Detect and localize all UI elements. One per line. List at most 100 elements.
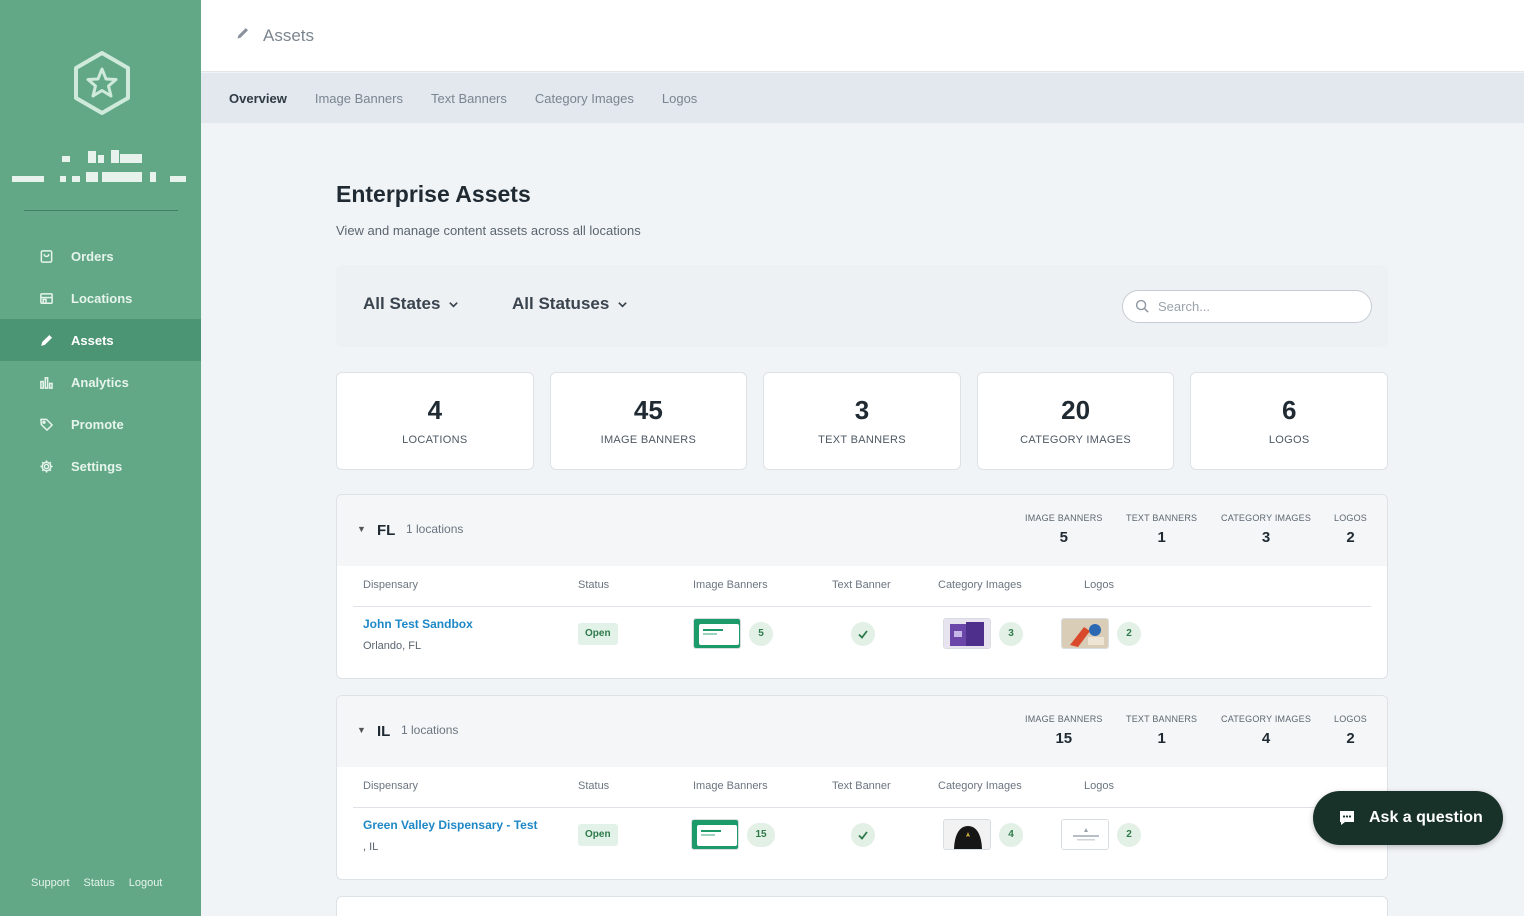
bar-chart-icon	[38, 374, 54, 390]
search-input[interactable]	[1158, 299, 1358, 314]
tab-logos[interactable]: Logos	[662, 91, 697, 106]
tab-overview[interactable]: Overview	[229, 91, 287, 106]
dispensary-name-link[interactable]: Green Valley Dispensary - Test	[363, 818, 538, 832]
metric-label: TEXT BANNERS	[1126, 714, 1198, 724]
status-filter-dropdown[interactable]: All Statuses	[512, 294, 628, 314]
sidebar-item-orders[interactable]: Orders	[0, 235, 201, 277]
category-image-thumbnail[interactable]	[943, 819, 991, 850]
status-filter-label: All Statuses	[512, 294, 610, 313]
state-code: IL	[377, 723, 391, 740]
stat-label: LOCATIONS	[402, 434, 468, 446]
sidebar: Orders Locations Assets Analytics Promot…	[0, 0, 201, 916]
sidebar-item-locations[interactable]: Locations	[0, 277, 201, 319]
logout-link[interactable]: Logout	[129, 877, 163, 889]
sidebar-item-analytics[interactable]: Analytics	[0, 361, 201, 403]
stat-label: CATEGORY IMAGES	[1020, 434, 1131, 446]
status-badge: Open	[578, 824, 618, 846]
location-count: 1 locations	[406, 522, 464, 536]
search-icon	[1135, 299, 1149, 313]
checkmark-icon	[858, 630, 868, 639]
brand-logo-icon[interactable]	[70, 50, 134, 116]
sidebar-item-settings[interactable]: Settings	[0, 445, 201, 487]
collapse-caret-icon[interactable]: ▼	[357, 524, 366, 534]
category-image-thumbnail[interactable]	[943, 618, 991, 649]
sidebar-divider	[24, 210, 178, 211]
tab-category-images[interactable]: Category Images	[535, 91, 634, 106]
search-box[interactable]	[1122, 290, 1372, 323]
metric-label: LOGOS	[1334, 714, 1368, 724]
stats-row: 4 LOCATIONS 45 IMAGE BANNERS 3 TEXT BANN…	[336, 372, 1388, 470]
metric-value: 15	[1055, 730, 1073, 747]
state-group-il: ▼ IL 1 locations IMAGE BANNERS 15 TEXT B…	[336, 695, 1388, 880]
page-subtitle: View and manage content assets across al…	[336, 223, 641, 238]
page-header: Assets	[201, 0, 1524, 72]
bag-icon	[38, 248, 54, 264]
metric-value: 1	[1157, 730, 1166, 747]
sidebar-nav: Orders Locations Assets Analytics Promot…	[0, 235, 201, 487]
metric-value: 1	[1157, 529, 1166, 546]
gear-icon	[38, 458, 54, 474]
state-filter-dropdown[interactable]: All States	[363, 294, 459, 314]
state-metric-text-banners: TEXT BANNERS 1	[1126, 513, 1197, 546]
stat-label: IMAGE BANNERS	[600, 434, 697, 446]
stat-card-category-images: 20 CATEGORY IMAGES	[976, 372, 1175, 470]
sidebar-item-label: Orders	[71, 248, 114, 264]
pencil-icon	[235, 25, 251, 46]
status-link[interactable]: Status	[84, 877, 115, 889]
logo-thumbnail[interactable]	[1061, 819, 1109, 850]
logo-count: 2	[1117, 622, 1141, 646]
collapse-caret-icon[interactable]: ▼	[357, 725, 366, 735]
stat-card-logos: 6 LOGOS	[1190, 372, 1388, 470]
column-header-text-banner: Text Banner	[832, 579, 891, 591]
filter-bar: All States All Statuses	[336, 265, 1388, 347]
sidebar-item-label: Locations	[71, 290, 133, 306]
ask-question-button[interactable]: Ask a question	[1313, 791, 1503, 845]
metric-value: 2	[1346, 529, 1355, 546]
table-header: Dispensary Status Image Banners Text Ban…	[353, 780, 1371, 808]
metric-value: 3	[1261, 529, 1271, 546]
image-banner-count: 15	[747, 823, 775, 847]
column-header-status: Status	[578, 780, 610, 792]
state-metric-text-banners: TEXT BANNERS 1	[1126, 714, 1197, 747]
stat-label: LOGOS	[1268, 434, 1310, 446]
sidebar-item-promote[interactable]: Promote	[0, 403, 201, 445]
stat-label: TEXT BANNERS	[818, 434, 906, 446]
logo-thumbnail[interactable]	[1061, 618, 1109, 649]
state-group-header[interactable]: ▼ IL 1 locations IMAGE BANNERS 15 TEXT B…	[337, 696, 1387, 767]
tab-bar: Overview Image Banners Text Banners Cate…	[201, 73, 1524, 123]
organization-name-redacted	[10, 148, 192, 188]
dispensary-name-link[interactable]: John Test Sandbox	[363, 617, 473, 631]
image-banner-thumbnail[interactable]	[693, 618, 741, 649]
state-filter-label: All States	[363, 294, 441, 313]
stat-card-text-banners: 3 TEXT BANNERS	[763, 372, 961, 470]
checkmark-icon	[858, 831, 868, 840]
state-metric-image-banners: IMAGE BANNERS 15	[1025, 714, 1103, 747]
state-group-header[interactable]: ▼ FL 1 locations IMAGE BANNERS 5 TEXT BA…	[337, 495, 1387, 566]
stat-value: 4	[427, 395, 443, 425]
column-header-category-images: Category Images	[938, 579, 1022, 591]
support-link[interactable]: Support	[31, 877, 70, 889]
column-header-text-banner: Text Banner	[832, 780, 891, 792]
metric-label: LOGOS	[1334, 513, 1368, 523]
status-badge: Open	[578, 623, 618, 645]
logo-count: 2	[1117, 823, 1141, 847]
state-metric-image-banners: IMAGE BANNERS 5	[1025, 513, 1103, 546]
metric-label: CATEGORY IMAGES	[1221, 714, 1312, 724]
column-header-category-images: Category Images	[938, 780, 1022, 792]
metric-value: 4	[1261, 730, 1271, 747]
tab-text-banners[interactable]: Text Banners	[431, 91, 507, 106]
column-header-image-banners: Image Banners	[693, 579, 768, 591]
location-count: 1 locations	[401, 723, 459, 737]
sidebar-item-assets[interactable]: Assets	[0, 319, 201, 361]
tab-image-banners[interactable]: Image Banners	[315, 91, 403, 106]
sidebar-item-label: Promote	[71, 416, 124, 432]
metric-value: 5	[1059, 529, 1068, 546]
image-banner-thumbnail[interactable]	[691, 819, 739, 850]
chat-icon	[1340, 811, 1354, 825]
sidebar-item-label: Analytics	[71, 374, 129, 390]
column-header-dispensary: Dispensary	[363, 579, 419, 591]
state-metric-logos: LOGOS 2	[1334, 714, 1367, 747]
page-header-title: Assets	[263, 25, 315, 45]
metric-value: 2	[1346, 730, 1355, 747]
metric-label: IMAGE BANNERS	[1025, 714, 1103, 724]
